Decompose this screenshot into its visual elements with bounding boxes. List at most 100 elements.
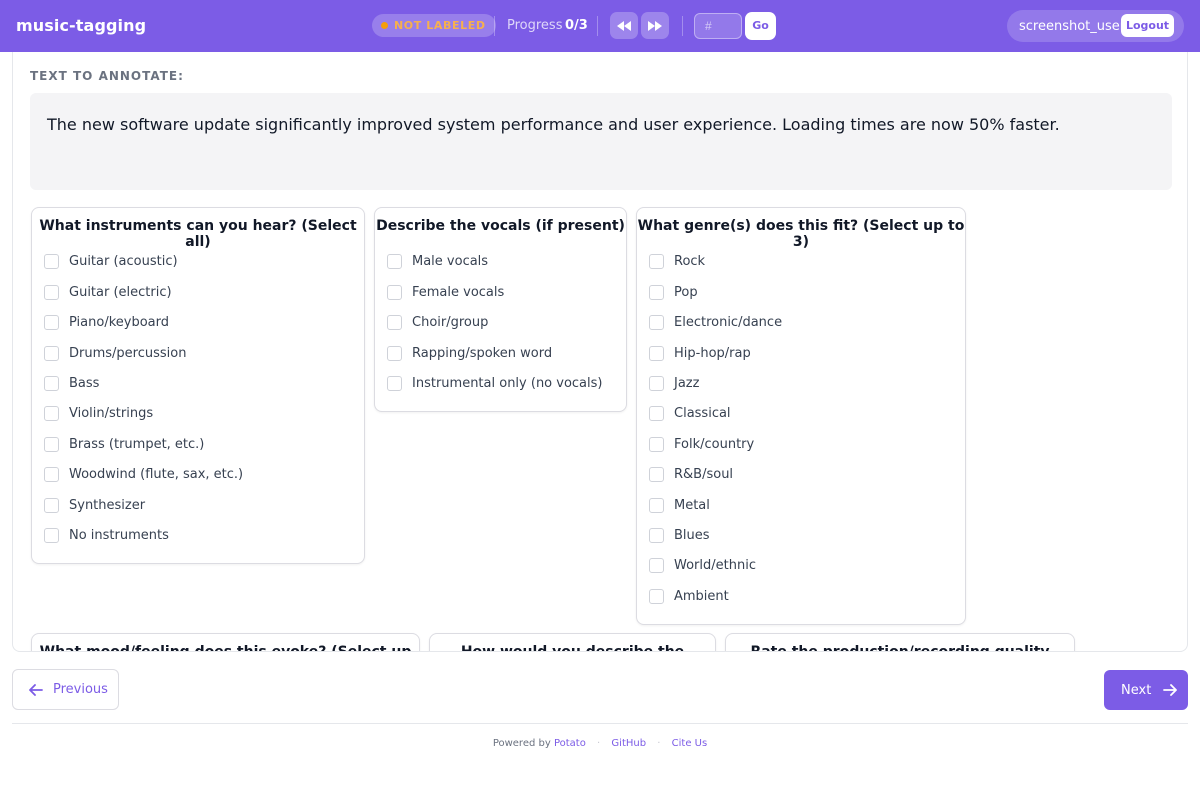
checkbox[interactable] [44,436,59,452]
goto-instance-input[interactable] [694,13,742,39]
checkbox[interactable] [387,253,402,269]
cite-us-link[interactable]: Cite Us [672,738,708,749]
next-button[interactable]: Next [1104,670,1188,710]
text-to-annotate: The new software update significantly im… [30,93,1172,190]
progress-value: 0/3 [565,18,588,33]
checkbox[interactable] [649,466,664,482]
question-title: Describe the vocals (if present) [376,218,625,234]
question-tempo: How would you describe the tempo? [429,633,716,651]
option-label: Guitar (electric) [69,284,172,300]
checkbox[interactable] [44,527,59,543]
github-link[interactable]: GitHub [611,738,646,749]
arrow-left-icon [29,683,43,696]
option-metal[interactable]: Metal [649,495,710,515]
option-instrumental-only[interactable]: Instrumental only (no vocals) [387,373,602,393]
checkbox[interactable] [44,375,59,391]
option-no-instruments[interactable]: No instruments [44,525,169,545]
checkbox[interactable] [649,588,664,604]
option-classical[interactable]: Classical [649,403,731,423]
option-hip-hop-rap[interactable]: Hip-hop/rap [649,343,751,363]
checkbox[interactable] [44,466,59,482]
checkbox[interactable] [649,436,664,452]
option-label: Pop [674,284,698,300]
username: screenshot_user [1019,19,1126,34]
option-label: Rapping/spoken word [412,345,553,361]
checkbox[interactable] [649,345,664,361]
divider [597,16,598,36]
option-female-vocals[interactable]: Female vocals [387,282,504,302]
checkbox[interactable] [44,284,59,300]
option-woodwind[interactable]: Woodwind (flute, sax, etc.) [44,464,243,484]
option-label: Classical [674,405,731,421]
logout-button[interactable]: Logout [1121,14,1174,37]
option-label: R&B/soul [674,466,734,482]
checkbox[interactable] [387,284,402,300]
question-title: Rate the production/recording quality [750,644,1050,652]
option-label: Metal [674,497,710,513]
option-piano-keyboard[interactable]: Piano/keyboard [44,312,169,332]
checkbox[interactable] [649,557,664,573]
user-menu: screenshot_user Logout [1007,10,1184,42]
option-label: Brass (trumpet, etc.) [69,436,205,452]
option-drums-percussion[interactable]: Drums/percussion [44,343,186,363]
jump-next-button[interactable] [641,12,669,39]
checkbox[interactable] [649,375,664,391]
question-production-quality: Rate the production/recording quality [725,633,1075,652]
option-label: Woodwind (flute, sax, etc.) [69,466,244,482]
option-guitar-electric[interactable]: Guitar (electric) [44,282,172,302]
previous-label: Previous [53,682,108,697]
instance-text: The new software update significantly im… [47,115,1060,134]
option-label: Female vocals [412,284,505,300]
jump-previous-button[interactable] [610,12,638,39]
checkbox[interactable] [44,253,59,269]
option-label: Instrumental only (no vocals) [412,375,603,391]
option-violin-strings[interactable]: Violin/strings [44,403,153,423]
next-label: Next [1121,682,1152,698]
option-synthesizer[interactable]: Synthesizer [44,495,145,515]
checkbox[interactable] [44,405,59,421]
option-pop[interactable]: Pop [649,282,698,302]
potato-link[interactable]: Potato [554,738,586,749]
option-jazz[interactable]: Jazz [649,373,699,393]
question-mood: What mood/feeling does this evoke? (Sele… [31,633,420,651]
option-label: No instruments [69,527,169,543]
option-rnb-soul[interactable]: R&B/soul [649,464,733,484]
checkbox[interactable] [649,497,664,513]
checkbox[interactable] [387,345,402,361]
section-label: TEXT TO ANNOTATE: [30,69,184,83]
option-brass[interactable]: Brass (trumpet, etc.) [44,434,204,454]
annotation-panel[interactable]: TEXT TO ANNOTATE: The new software updat… [12,52,1188,652]
checkbox[interactable] [649,253,664,269]
previous-button[interactable]: Previous [12,669,119,710]
go-button[interactable]: Go [745,12,776,40]
footer-divider [12,723,1188,724]
checkbox[interactable] [387,375,402,391]
checkbox[interactable] [649,284,664,300]
checkbox[interactable] [649,405,664,421]
option-male-vocals[interactable]: Male vocals [387,251,488,271]
option-folk-country[interactable]: Folk/country [649,434,754,454]
option-label: World/ethnic [674,557,756,573]
option-rock[interactable]: Rock [649,251,705,271]
checkbox[interactable] [44,497,59,513]
checkbox[interactable] [44,345,59,361]
app-title: music-tagging [16,16,147,35]
option-choir-group[interactable]: Choir/group [387,312,488,332]
option-rapping[interactable]: Rapping/spoken word [387,343,552,363]
top-bar: music-tagging NOT LABELED Progress 0/3 G… [0,0,1200,52]
checkbox[interactable] [649,527,664,543]
checkbox[interactable] [44,314,59,330]
option-label: Folk/country [674,436,755,452]
option-world-ethnic[interactable]: World/ethnic [649,555,756,575]
checkbox[interactable] [649,314,664,330]
progress-label: Progress [507,18,563,33]
option-electronic-dance[interactable]: Electronic/dance [649,312,782,332]
option-blues[interactable]: Blues [649,525,710,545]
option-ambient[interactable]: Ambient [649,586,729,606]
option-label: Ambient [674,588,729,604]
question-title: What genre(s) does this fit? (Select up … [637,218,965,250]
option-guitar-acoustic[interactable]: Guitar (acoustic) [44,251,178,271]
option-bass[interactable]: Bass [44,373,99,393]
powered-by-text: Powered by [492,738,551,749]
checkbox[interactable] [387,314,402,330]
